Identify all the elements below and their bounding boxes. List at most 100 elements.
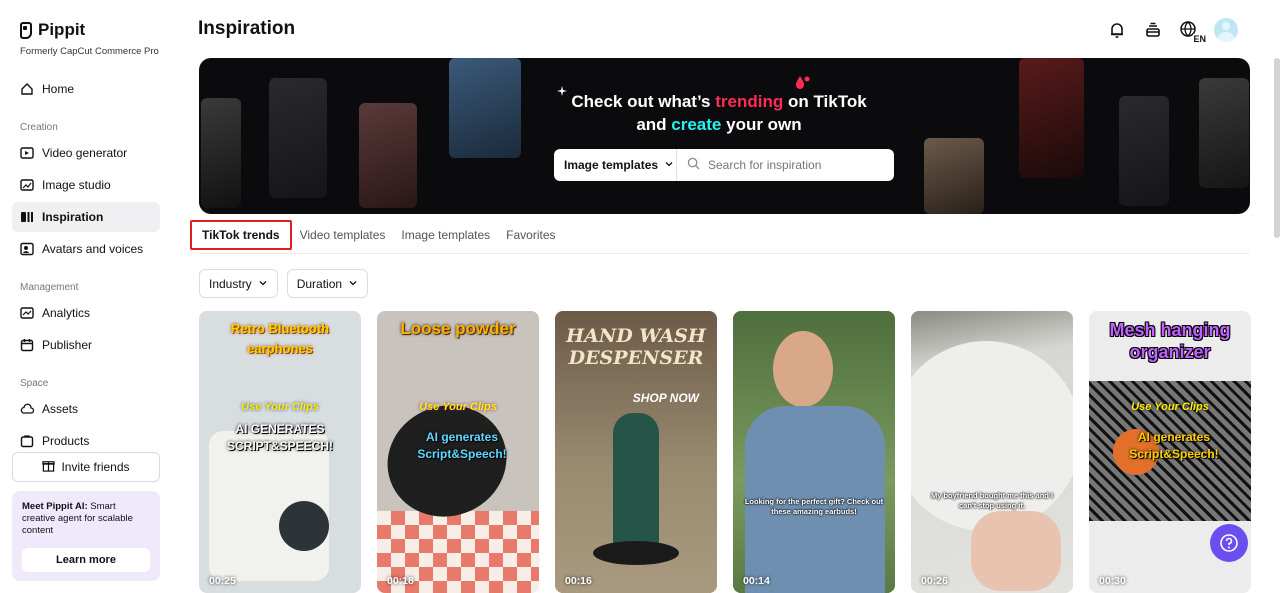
banner-headline: Check out what’s trending on TikTok and … [199, 90, 1239, 136]
scrollbar[interactable] [1274, 58, 1280, 238]
sidebar-item-label: Inspiration [42, 210, 104, 224]
search-input-wrap [677, 157, 894, 173]
brand-name: Pippit [38, 20, 86, 39]
sidebar-item-label: Video generator [42, 146, 128, 160]
product-image [613, 413, 659, 553]
duration-label: 00:25 [209, 575, 236, 587]
duration-label: 00:18 [387, 575, 414, 587]
section-label-management: Management [20, 282, 79, 293]
trend-card[interactable]: Loose powder Use Your Clips AI generates… [377, 311, 539, 593]
hand-image [971, 511, 1061, 591]
card-subcaption: Use Your Clips [1131, 401, 1209, 413]
card-subcaption-2: AI generates Script&Speech! [1129, 430, 1219, 461]
trend-card[interactable]: Looking for the perfect gift? Check out … [733, 311, 895, 593]
sidebar-item-label: Publisher [42, 338, 93, 352]
invite-friends-button[interactable]: Invite friends [12, 452, 160, 482]
sidebar-item-inspiration[interactable]: Inspiration [12, 202, 160, 232]
duration-label: 00:14 [743, 575, 770, 587]
language-globe-icon[interactable]: EN [1178, 19, 1206, 44]
language-label: EN [1193, 34, 1206, 44]
duration-label: 00:26 [921, 575, 948, 587]
learn-more-button[interactable]: Learn more [22, 548, 150, 572]
search-type-label: Image templates [564, 158, 659, 172]
sidebar-item-image-studio[interactable]: Image studio [12, 170, 160, 200]
card-caption: Loose powder [400, 319, 516, 338]
page-title: Inspiration [198, 18, 296, 39]
content-tabs: TikTok trends Video templates Image temp… [190, 220, 564, 250]
headline-highlight-create: create [671, 115, 722, 134]
inbox-stack-icon[interactable] [1142, 19, 1164, 41]
card-caption: Mesh hanging organizer [1109, 320, 1231, 362]
trend-card[interactable]: Retro Bluetooth earphones Use Your Clips… [199, 311, 361, 593]
duration-filter[interactable]: Duration [286, 269, 369, 298]
card-subcaption: SHOP NOW [632, 391, 699, 405]
banner-thumbnail [924, 138, 984, 214]
trend-card[interactable]: My boyfriend bought me this and I can't … [911, 311, 1073, 593]
calendar-icon [20, 338, 34, 352]
sidebar: Pippit Formerly CapCut Commerce Pro Home… [0, 0, 174, 593]
sidebar-item-label: Home [42, 82, 75, 96]
bell-icon[interactable] [1106, 19, 1128, 41]
inspiration-search-bar: Image templates [554, 149, 894, 181]
headline-text: your own [721, 115, 802, 134]
card-subcaption-2: AI GENERATES SCRIPT&SPEECH! [226, 422, 333, 453]
help-button[interactable] [1210, 524, 1248, 562]
tab-tiktok-trends[interactable]: TikTok trends [190, 220, 292, 250]
analytics-icon [20, 306, 34, 320]
filter-label: Industry [209, 276, 252, 291]
card-caption: HAND WASH DESPENSER [566, 325, 706, 369]
promo-text: Meet Pippit AI: Smart creative agent for… [22, 501, 150, 537]
sidebar-item-video-generator[interactable]: Video generator [12, 138, 160, 168]
header-actions: EN [1106, 18, 1238, 44]
search-type-select[interactable]: Image templates [554, 149, 677, 181]
tabs-divider [199, 253, 1250, 254]
bag-icon [20, 434, 34, 448]
chevron-down-icon [258, 277, 268, 291]
product-base-image [593, 541, 679, 565]
search-input[interactable] [708, 158, 888, 172]
headline-text: Check out what’s [571, 92, 716, 111]
brand-subtitle: Formerly CapCut Commerce Pro [20, 46, 159, 57]
duration-label: 00:30 [1099, 575, 1126, 587]
headline-text: and [636, 115, 672, 134]
pippit-logo-icon [20, 21, 32, 39]
promo-card: Meet Pippit AI: Smart creative agent for… [12, 491, 160, 581]
sidebar-item-assets[interactable]: Assets [12, 394, 160, 424]
sidebar-item-label: Image studio [42, 178, 111, 192]
duration-label: 00:16 [565, 575, 592, 587]
sidebar-item-analytics[interactable]: Analytics [12, 298, 160, 328]
filters: Industry Duration [199, 269, 369, 298]
tab-video-templates[interactable]: Video templates [292, 220, 394, 250]
app-root: Pippit Formerly CapCut Commerce Pro Home… [0, 0, 1280, 593]
tab-image-templates[interactable]: Image templates [393, 220, 498, 250]
product-image [279, 501, 329, 551]
brand[interactable]: Pippit Formerly CapCut Commerce Pro [20, 20, 159, 57]
gift-icon [42, 459, 56, 475]
section-label-creation: Creation [20, 122, 58, 133]
card-subcaption: Use Your Clips [419, 401, 497, 413]
image-plus-icon [20, 178, 34, 192]
sidebar-item-publisher[interactable]: Publisher [12, 330, 160, 360]
sidebar-item-label: Products [42, 434, 90, 448]
person-image [773, 331, 833, 407]
hero-banner: Check out what’s trending on TikTok and … [199, 58, 1250, 214]
cloud-icon [20, 402, 34, 416]
search-icon [687, 157, 700, 173]
video-plus-icon [20, 146, 34, 160]
section-label-space: Space [20, 378, 49, 389]
invite-friends-label: Invite friends [61, 460, 130, 474]
sidebar-item-home[interactable]: Home [12, 74, 160, 104]
card-subcaption: My boyfriend bought me this and I can't … [930, 491, 1054, 510]
card-subcaption: Looking for the perfect gift? Check out … [744, 497, 884, 516]
avatar-voice-icon [20, 242, 34, 256]
card-subcaption: Use Your Clips [241, 401, 319, 413]
card-caption: Retro Bluetooth earphones [230, 321, 330, 356]
trend-card[interactable]: HAND WASH DESPENSER SHOP NOW 00:16 [555, 311, 717, 593]
sidebar-item-avatars-voices[interactable]: Avatars and voices [12, 234, 160, 264]
headline-highlight-trending: trending [715, 92, 784, 111]
industry-filter[interactable]: Industry [199, 269, 278, 298]
sidebar-item-label: Assets [42, 402, 79, 416]
user-avatar[interactable] [1214, 18, 1238, 42]
tab-favorites[interactable]: Favorites [498, 220, 563, 250]
sidebar-item-label: Analytics [42, 306, 91, 320]
